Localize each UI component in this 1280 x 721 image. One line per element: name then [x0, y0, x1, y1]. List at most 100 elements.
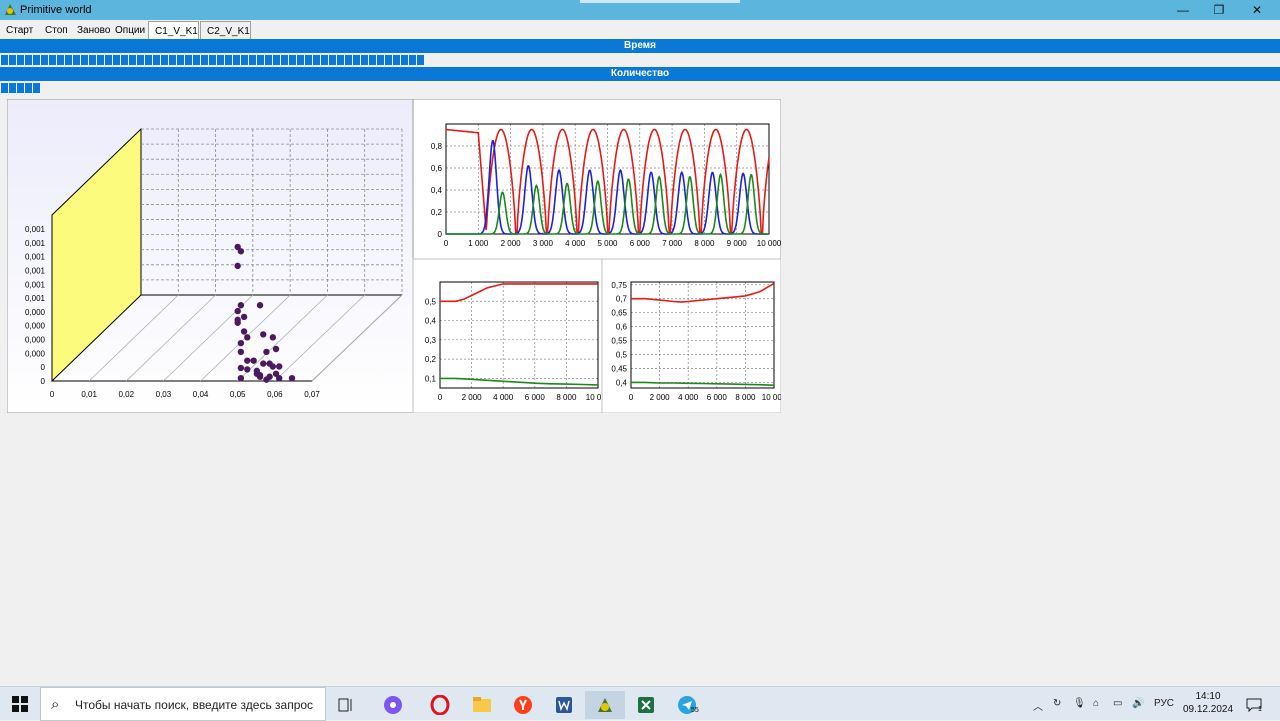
tray-microphone-icon[interactable]: 🎙 — [1073, 698, 1086, 709]
task-view-button[interactable] — [326, 691, 366, 719]
scatter-y-tick-label: 0,001 — [25, 239, 46, 248]
time-progress-segment — [73, 55, 80, 65]
minimize-icon: — — [1177, 3, 1189, 17]
scatter-y-tick-label: 0,001 — [25, 225, 46, 234]
tray-overflow-icon[interactable]: ︿ — [1033, 698, 1043, 713]
time-progress-segment — [241, 55, 248, 65]
time-progress-segment — [209, 55, 216, 65]
scatter-point — [250, 357, 257, 364]
alice-icon — [384, 696, 402, 714]
scatter-y-tick-label: 0,000 — [25, 349, 46, 358]
y-tick-label: 0,7 — [616, 295, 628, 304]
notification-button[interactable]: 1 — [1234, 691, 1274, 719]
scatter-y-tick-label: 0 — [41, 377, 46, 386]
tray-sync-icon[interactable]: ↻ — [1053, 698, 1061, 709]
y-tick-label: 0,2 — [425, 355, 437, 364]
menu-stop[interactable]: Стоп — [45, 25, 68, 36]
scatter-y-tick-label: 0,001 — [25, 253, 46, 262]
tray-clock[interactable]: 14:10 09.12.2024 — [1178, 690, 1238, 716]
time-progress-segment — [265, 55, 272, 65]
scatter-point — [237, 348, 245, 356]
scatter-point — [263, 376, 270, 383]
search-icon: ⌕ — [51, 696, 60, 713]
x-tick-label: 5 000 — [597, 239, 618, 248]
time-progress-segment — [305, 55, 312, 65]
time-progress-segment — [201, 55, 208, 65]
clock-date: 09.12.2024 — [1182, 704, 1234, 715]
time-progress-segment — [257, 55, 264, 65]
time-progress-segment — [161, 55, 168, 65]
x-tick-label: 3 000 — [533, 239, 554, 248]
time-progress-segment — [49, 55, 56, 65]
scatter-y-tick-label: 0,000 — [25, 336, 46, 345]
time-progress-bar — [0, 54, 1280, 66]
x-tick-label: 1 000 — [468, 239, 489, 248]
y-tick-label: 0,8 — [431, 142, 443, 151]
window-title: Primitive world — [20, 4, 92, 16]
scatter-x-tick-label: 0 — [50, 390, 55, 399]
x-tick-label: 9 000 — [727, 239, 748, 248]
taskbar-yandex-browser[interactable] — [503, 691, 543, 719]
menu-bar: Старт Стоп Заново Опции C1_V_K1 C2_V_K1 — [0, 20, 1280, 39]
notification-count: 1 — [1258, 706, 1262, 713]
x-tick-label: 8 000 — [556, 393, 577, 402]
taskbar-word[interactable] — [544, 691, 584, 719]
x-tick-label: 7 000 — [662, 239, 683, 248]
tray-network-icon[interactable]: ⌂ — [1093, 698, 1099, 709]
x-tick-label: 6 000 — [525, 393, 546, 402]
scatter-point — [256, 302, 264, 309]
time-progress-segment — [33, 55, 40, 65]
time-progress-segment — [337, 55, 344, 65]
scatter-point — [234, 319, 241, 326]
taskbar-telegram[interactable]: 55 — [667, 691, 707, 719]
scatter-x-tick-label: 0,01 — [81, 390, 97, 399]
tray-language[interactable]: РУС — [1154, 698, 1174, 709]
maximize-icon: ❐ — [1213, 3, 1225, 17]
scatter-point — [234, 262, 241, 270]
time-progress-segment — [385, 55, 392, 65]
time-progress-segment — [25, 55, 32, 65]
menu-options[interactable]: Опции — [115, 25, 145, 36]
scatter-y-tick-label: 0,001 — [25, 280, 46, 289]
x-tick-label: 8 000 — [735, 393, 756, 402]
x-tick-label: 2 000 — [501, 239, 522, 248]
count-header: Количество — [0, 67, 1280, 81]
taskbar-explorer[interactable] — [462, 691, 502, 719]
taskbar-primitive-world[interactable] — [585, 691, 625, 719]
scatter-point — [240, 313, 248, 321]
taskbar-search[interactable]: ⌕ Чтобы начать поиск, введите здесь запр… — [40, 687, 326, 721]
time-progress-segment — [1, 55, 8, 65]
menu-start[interactable]: Старт — [6, 25, 33, 36]
x-tick-label: 4 000 — [565, 239, 586, 248]
tab-c2-v-k1[interactable]: C2_V_K1 — [200, 21, 251, 39]
tray-volume-icon[interactable]: 🔊 — [1132, 698, 1144, 709]
count-progress-segment — [33, 83, 40, 93]
time-progress-segment — [217, 55, 224, 65]
menu-restart[interactable]: Заново — [77, 25, 110, 36]
time-progress-segment — [121, 55, 128, 65]
scatter-point — [260, 331, 267, 338]
time-progress-segment — [393, 55, 400, 65]
title-bar: Primitive world — ❐ ✕ — [0, 0, 1280, 20]
taskbar-alice[interactable] — [373, 691, 413, 719]
time-progress-segment — [297, 55, 304, 65]
tray-battery-icon[interactable]: ▭ — [1113, 698, 1122, 709]
count-progress-bar — [0, 82, 1280, 94]
taskbar-opera[interactable] — [420, 691, 460, 719]
scatter-x-tick-label: 0,02 — [118, 390, 134, 399]
scatter-point — [276, 363, 283, 370]
time-progress-segment — [409, 55, 416, 65]
tab-c1-v-k1[interactable]: C1_V_K1 — [148, 21, 199, 39]
time-progress-segment — [361, 55, 368, 65]
count-progress-segment — [9, 83, 16, 93]
close-button[interactable]: ✕ — [1234, 0, 1280, 20]
time-progress-segment — [129, 55, 136, 65]
scatter-point — [237, 374, 245, 382]
scatter-point — [237, 302, 245, 309]
time-progress-segment — [353, 55, 360, 65]
taskbar-excel[interactable] — [626, 691, 666, 719]
time-progress-segment — [185, 55, 192, 65]
start-button[interactable] — [0, 690, 40, 718]
time-progress-segment — [145, 55, 152, 65]
folder-icon — [473, 697, 491, 712]
